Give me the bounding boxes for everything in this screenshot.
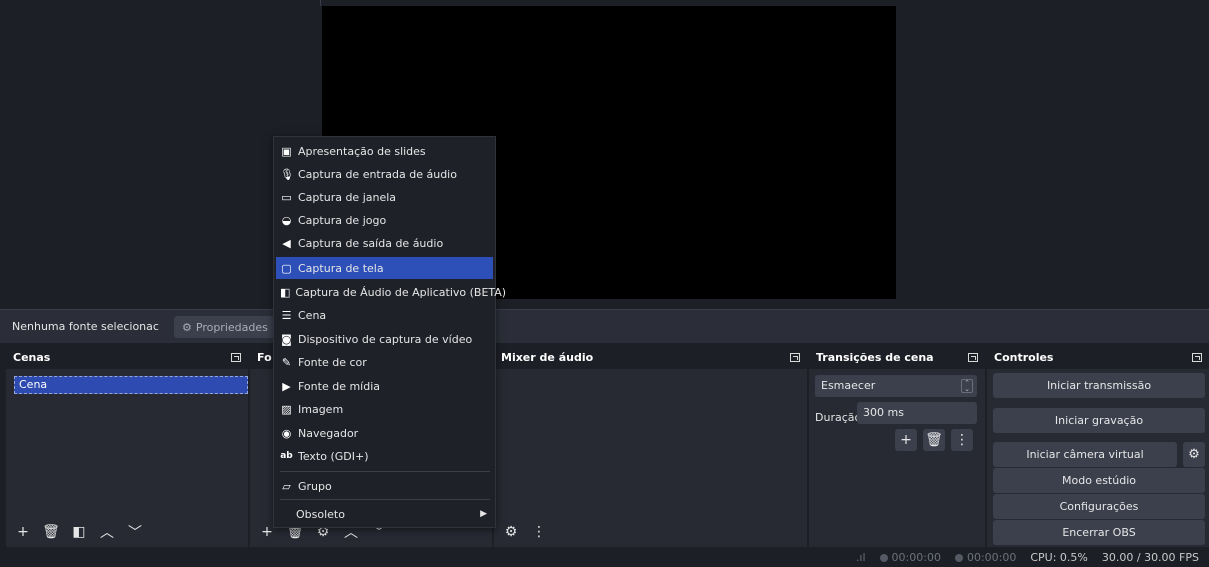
menu-item-audio-output[interactable]: ◀ Captura de saída de áudio: [276, 232, 493, 254]
select-arrows-icon: ⌃ ⌄: [961, 379, 973, 393]
menu-item-screen-capture[interactable]: ▢ Captura de tela: [276, 257, 493, 279]
image-icon: ▨: [281, 402, 292, 416]
controls-dock-title: Controles: [987, 345, 1209, 369]
scenes-dock: Cenas Cena + 🗑 ◧ ︿ ﹀: [6, 345, 248, 547]
slideshow-icon: ▣: [281, 144, 292, 158]
start-stream-button[interactable]: Iniciar transmissão: [993, 373, 1205, 398]
preview-area: [0, 0, 1209, 308]
start-record-button[interactable]: Iniciar gravação: [993, 408, 1205, 433]
record-status: 00:00:00: [954, 551, 1016, 564]
menu-item-group[interactable]: ▱ Grupo: [276, 475, 493, 497]
add-source-menu: ▣ Apresentação de slides 🎙 Captura de entr…: [273, 136, 506, 528]
undock-icon[interactable]: [968, 352, 978, 362]
speaker-icon: ◀: [282, 236, 291, 250]
start-virtual-cam-button[interactable]: Iniciar câmera virtual: [993, 442, 1177, 467]
menu-item-game-capture[interactable]: ◒ Captura de jogo: [276, 209, 493, 231]
controls-dock: Controles Iniciar transmissão Iniciar gr…: [987, 345, 1209, 547]
more-icon[interactable]: ⋮: [951, 429, 973, 451]
menu-item-audio-input[interactable]: 🎙 Captura de entrada de áudio: [276, 163, 493, 185]
chevron-up-icon[interactable]: ︿: [96, 521, 118, 543]
no-source-label: Nenhuma fonte selecionac: [12, 320, 159, 333]
menu-item-window-capture[interactable]: ▭ Captura de janela: [276, 186, 493, 208]
app-audio-icon: ◧: [280, 285, 291, 299]
source-context-bar: Nenhuma fonte selecionac ⚙ Propriedades: [0, 309, 1209, 343]
undock-icon[interactable]: [1192, 352, 1202, 362]
transition-select[interactable]: Esmaecer ⌃ ⌄: [815, 375, 977, 397]
fps-readout: 30.00 / 30.00 FPS: [1101, 550, 1199, 564]
divider: [320, 0, 321, 6]
duration-value: 300 ms: [863, 406, 904, 419]
transition-tools: + 🗑 ⋮: [895, 429, 973, 451]
signal-icon: .ıl: [855, 550, 866, 564]
undock-icon[interactable]: [790, 352, 800, 362]
gear-icon: ⚙: [182, 320, 192, 334]
stream-status: 00:00:00: [879, 551, 941, 564]
menu-separator: [280, 471, 490, 472]
menu-item-text[interactable]: ab Texto (GDI+): [276, 445, 493, 467]
trash-icon[interactable]: 🗑: [923, 429, 945, 451]
play-icon: ▶: [282, 379, 291, 393]
trash-icon[interactable]: 🗑: [40, 521, 62, 543]
scenes-toolbar: + 🗑 ◧ ︿ ﹀: [12, 521, 146, 543]
duration-spinbox[interactable]: 300 ms: [857, 402, 977, 424]
transitions-dock-title: Transições de cena: [809, 345, 985, 369]
menu-item-browser[interactable]: ◉ Navegador: [276, 422, 493, 444]
mixer-title: Mixer de áudio: [501, 350, 594, 364]
chevron-down-icon[interactable]: ﹀: [124, 521, 146, 543]
scenes-title: Cenas: [13, 350, 51, 364]
menu-item-deprecated[interactable]: Obsoleto ▶: [276, 503, 493, 525]
gamepad-icon: ◒: [281, 213, 292, 227]
mixer-dock-title: Mixer de áudio: [494, 345, 807, 369]
submenu-arrow-icon: ▶: [480, 509, 487, 519]
mixer-dock: Mixer de áudio ⚙ ⋮: [494, 345, 807, 547]
scenes-list: Cena + 🗑 ◧ ︿ ﹀: [6, 369, 248, 547]
camera-icon: ◙: [281, 332, 292, 346]
cpu-usage: CPU: 0.5%: [1030, 550, 1088, 564]
menu-separator: [280, 499, 490, 500]
virtual-cam-settings-icon[interactable]: ⚙: [1183, 442, 1205, 467]
undock-icon[interactable]: [231, 352, 241, 362]
controls-title: Controles: [994, 350, 1054, 364]
settings-button[interactable]: Configurações: [993, 494, 1205, 519]
folder-icon: ▱: [282, 479, 291, 493]
globe-icon: ◉: [281, 426, 292, 440]
sources-title: Fo: [257, 350, 272, 364]
add-icon[interactable]: +: [12, 521, 34, 543]
studio-mode-button[interactable]: Modo estúdio: [993, 468, 1205, 493]
window-icon: ▭: [281, 190, 292, 204]
scenes-dock-title: Cenas: [6, 345, 248, 369]
menu-item-image[interactable]: ▨ Imagem: [276, 398, 493, 420]
monitor-icon: ▢: [281, 261, 292, 275]
transitions-dock: Transições de cena Esmaecer ⌃ ⌄ Duração 3…: [809, 345, 985, 547]
menu-item-color-source[interactable]: ✎ Fonte de cor: [276, 351, 493, 373]
more-icon[interactable]: ⋮: [528, 521, 550, 543]
advanced-audio-icon[interactable]: ⚙: [500, 521, 522, 543]
properties-button[interactable]: ⚙ Propriedades: [174, 316, 276, 338]
menu-item-app-audio[interactable]: ◧ Captura de Áudio de Aplicativo (BETA): [276, 281, 506, 303]
exit-button[interactable]: Encerrar OBS: [993, 520, 1205, 545]
transition-value: Esmaecer: [821, 379, 876, 392]
scene-item[interactable]: Cena: [14, 376, 248, 394]
menu-item-scene[interactable]: ☰ Cena: [276, 304, 493, 326]
list-icon: ☰: [281, 308, 292, 322]
menu-item-slideshow[interactable]: ▣ Apresentação de slides: [276, 140, 493, 162]
transitions-title: Transições de cena: [816, 350, 934, 364]
menu-item-media-source[interactable]: ▶ Fonte de mídia: [276, 375, 493, 397]
properties-label: Propriedades: [195, 320, 268, 334]
text-icon: ab: [280, 451, 293, 461]
brush-icon: ✎: [281, 355, 292, 369]
status-bar: .ıl 00:00:00 00:00:00 CPU: 0.5% 30.00 / …: [0, 547, 1209, 567]
menu-item-video-capture[interactable]: ◙ Dispositivo de captura de vídeo: [276, 328, 493, 350]
filter-icon[interactable]: ◧: [68, 521, 90, 543]
duration-label: Duração: [815, 411, 862, 424]
microphone-icon: 🎙: [280, 167, 294, 181]
add-icon[interactable]: +: [895, 429, 917, 451]
mixer-toolbar: ⚙ ⋮: [500, 521, 550, 543]
